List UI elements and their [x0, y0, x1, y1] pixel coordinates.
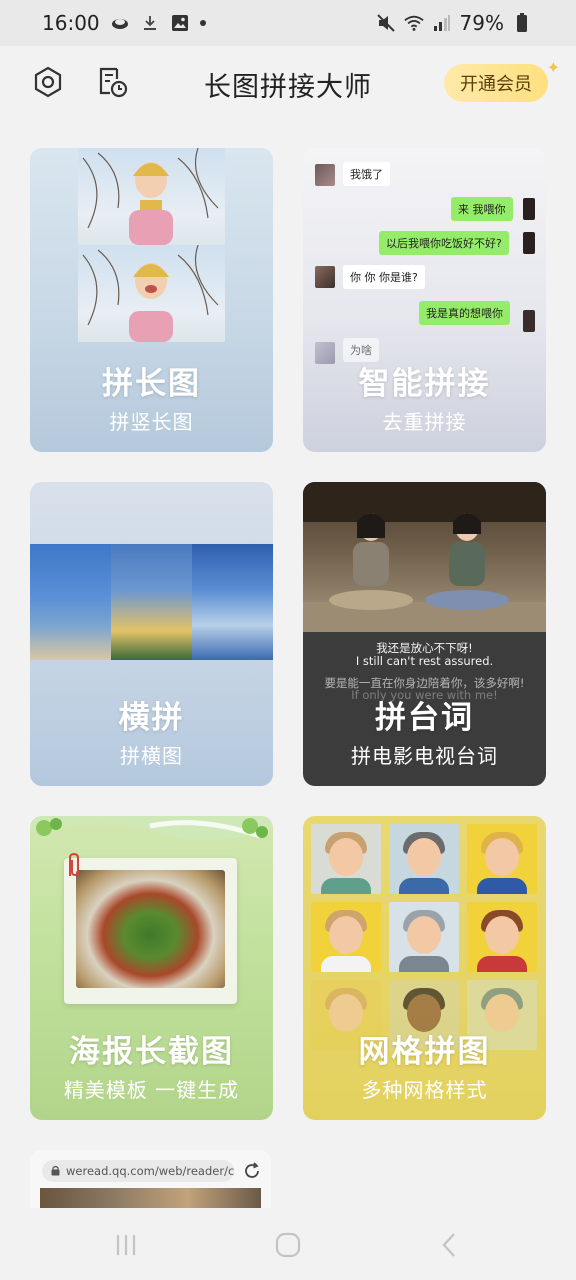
recent-apps-icon: [116, 1235, 136, 1255]
food-photo: [76, 870, 225, 988]
subtitle-line-en: I still can't rest assured.: [355, 654, 494, 668]
url-bar: weread.qq.com/web/reader/c1232: [42, 1160, 234, 1182]
lock-icon: [51, 1165, 60, 1176]
card-subtitle: 去重拼接: [382, 410, 467, 434]
signal-icon: [432, 13, 452, 33]
preview-photo-bottom: [78, 245, 225, 342]
card-title: 网格拼图: [358, 1034, 491, 1070]
card-grid-collage[interactable]: 网格拼图 多种网格样式: [303, 816, 546, 1120]
preview-photo-strip: [30, 544, 273, 660]
chat-avatar: [523, 232, 535, 254]
web-preview-photo: [40, 1188, 261, 1208]
grid-cell: [389, 902, 459, 972]
card-long-stitch[interactable]: 拼长图 拼竖长图: [30, 148, 273, 452]
back-button[interactable]: [430, 1228, 470, 1262]
card-title: 海报长截图: [69, 1034, 234, 1070]
mute-icon: [376, 13, 396, 33]
chat-avatar: [523, 198, 535, 220]
app-header: 长图拼接大师 开通会员 ✦: [0, 46, 576, 122]
system-nav-bar: [0, 1208, 576, 1280]
battery-percent: 79%: [459, 11, 504, 35]
grid-cell: [311, 824, 381, 894]
notification-dot: [199, 20, 206, 26]
chat-bubble: 你 你 你是谁?: [343, 265, 425, 289]
preview-photo-top: [78, 148, 225, 245]
chat-bubble: 以后我喂你吃饭好不好?: [379, 231, 509, 255]
sparkle-icon: ✦: [546, 58, 560, 77]
url-text: weread.qq.com/web/reader/c1232: [66, 1164, 234, 1178]
card-subtitle: 拼竖长图: [109, 410, 194, 434]
status-bar: 16:00 79%: [0, 0, 576, 46]
card-subtitle: 拼电影电视台词: [351, 744, 498, 768]
chat-bubble: 我饿了: [343, 162, 390, 186]
movie-still: [303, 482, 546, 632]
grid-cell: [389, 824, 459, 894]
battery-icon: [512, 13, 532, 33]
card-horizontal-stitch[interactable]: 横拼 拼横图: [30, 482, 273, 786]
home-icon: [275, 1232, 301, 1258]
grid-cell: [311, 902, 381, 972]
poster-photo-frame: [64, 858, 237, 1004]
card-title: 智能拼接: [358, 366, 491, 402]
grid-cell: [467, 824, 537, 894]
card-subtitle: 拼横图: [120, 744, 183, 768]
card-title: 拼长图: [102, 366, 201, 402]
card-title: 拼台词: [375, 700, 474, 736]
card-subtitle: 多种网格样式: [361, 1078, 488, 1102]
wifi-icon: [403, 13, 424, 33]
card-web-screenshot[interactable]: weread.qq.com/web/reader/c1232: [30, 1150, 271, 1208]
card-smart-stitch[interactable]: 我饿了 来 我喂你 以后我喂你吃饭好不好? 你 你 你是谁? 我是真的想喂你 为…: [303, 148, 546, 452]
chat-avatar: [523, 310, 535, 332]
leaf-decoration: [30, 816, 273, 841]
chat-avatar: [315, 164, 335, 186]
grid-preview: [311, 824, 538, 1050]
card-title: 横拼: [118, 700, 185, 736]
card-poster-screenshot[interactable]: 海报长截图 精美模板 一键生成: [30, 816, 273, 1120]
back-icon: [442, 1233, 455, 1257]
image-icon: [170, 13, 190, 33]
cloud-icon: [110, 13, 130, 33]
reload-icon: [245, 1162, 259, 1178]
status-time: 16:00: [42, 11, 100, 35]
vip-button[interactable]: 开通会员: [444, 64, 548, 102]
grid-cell: [467, 902, 537, 972]
chat-bubble: 我是真的想喂你: [419, 301, 510, 325]
chat-bubble: 来 我喂你: [451, 197, 513, 221]
download-icon: [140, 13, 160, 33]
home-button[interactable]: [268, 1228, 308, 1262]
card-subtitle-stitch[interactable]: 我还是放心不下呀! I still can't rest assured. 要是…: [303, 482, 546, 786]
recent-apps-button[interactable]: [106, 1228, 146, 1262]
chat-avatar: [315, 266, 335, 288]
card-subtitle: 精美模板 一键生成: [63, 1078, 240, 1102]
paperclip-icon: [69, 852, 79, 877]
